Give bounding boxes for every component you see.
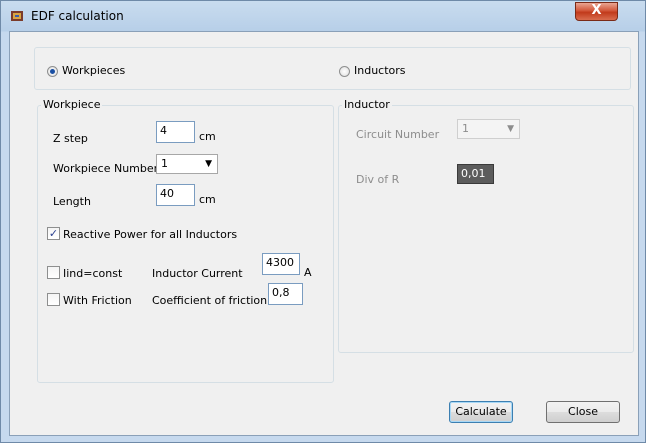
close-button[interactable]: Close [546,401,620,423]
dialog-window: EDF calculation X Workpieces Inductors W… [0,0,646,443]
inductor-current-unit: A [304,266,312,279]
z-step-label: Z step [53,132,88,145]
inductors-radio[interactable] [339,66,350,77]
with-friction-checkbox[interactable] [47,293,60,306]
div-of-r-input[interactable]: 0,01 [457,164,494,184]
coefficient-of-friction-input[interactable]: 0,8 [268,283,303,305]
reactive-power-checkbox[interactable]: ✓ [47,227,60,240]
iind-const-checkbox[interactable] [47,266,60,279]
workpiece-group-label: Workpiece [41,98,103,111]
workpiece-number-label: Workpiece Number [53,162,159,175]
inductor-group: Inductor Circuit Number 1 ▼ Div of R 0,0… [338,98,634,353]
workpieces-radio-label[interactable]: Workpieces [62,64,125,77]
window-title: EDF calculation [31,9,124,23]
workpieces-radio[interactable] [47,66,58,77]
coefficient-of-friction-label: Coefficient of friction [152,294,268,307]
inductor-current-input[interactable]: 4300 [262,253,300,275]
chevron-down-icon: ▼ [205,159,212,169]
inductors-radio-label[interactable]: Inductors [354,64,406,77]
reactive-power-label[interactable]: Reactive Power for all Inductors [63,228,237,241]
z-step-unit: cm [199,130,216,143]
circuit-number-select[interactable]: 1 ▼ [457,119,520,139]
window-close-button[interactable]: X [575,2,618,21]
app-icon [11,11,23,21]
workpiece-number-value: 1 [161,157,168,170]
workpiece-group: Workpiece Z step 4 cm Workpiece Number 1… [37,98,334,383]
mode-selection-panel: Workpieces Inductors [34,47,631,90]
div-of-r-label: Div of R [356,173,400,186]
workpiece-number-select[interactable]: 1 ▼ [156,154,218,174]
length-label: Length [53,195,91,208]
calculate-button[interactable]: Calculate [449,401,513,423]
length-input[interactable]: 40 [156,184,195,206]
circuit-number-label: Circuit Number [356,128,440,141]
chevron-down-icon: ▼ [507,124,514,134]
dialog-client-area: Workpieces Inductors Workpiece Z step 4 … [9,31,639,436]
inductor-group-label: Inductor [342,98,392,111]
title-bar[interactable]: EDF calculation X [1,1,645,31]
with-friction-label[interactable]: With Friction [63,294,132,307]
z-step-input[interactable]: 4 [156,121,195,143]
inductor-current-label: Inductor Current [152,267,243,280]
iind-const-label[interactable]: Iind=const [63,267,122,280]
circuit-number-value: 1 [462,122,469,135]
length-unit: cm [199,193,216,206]
